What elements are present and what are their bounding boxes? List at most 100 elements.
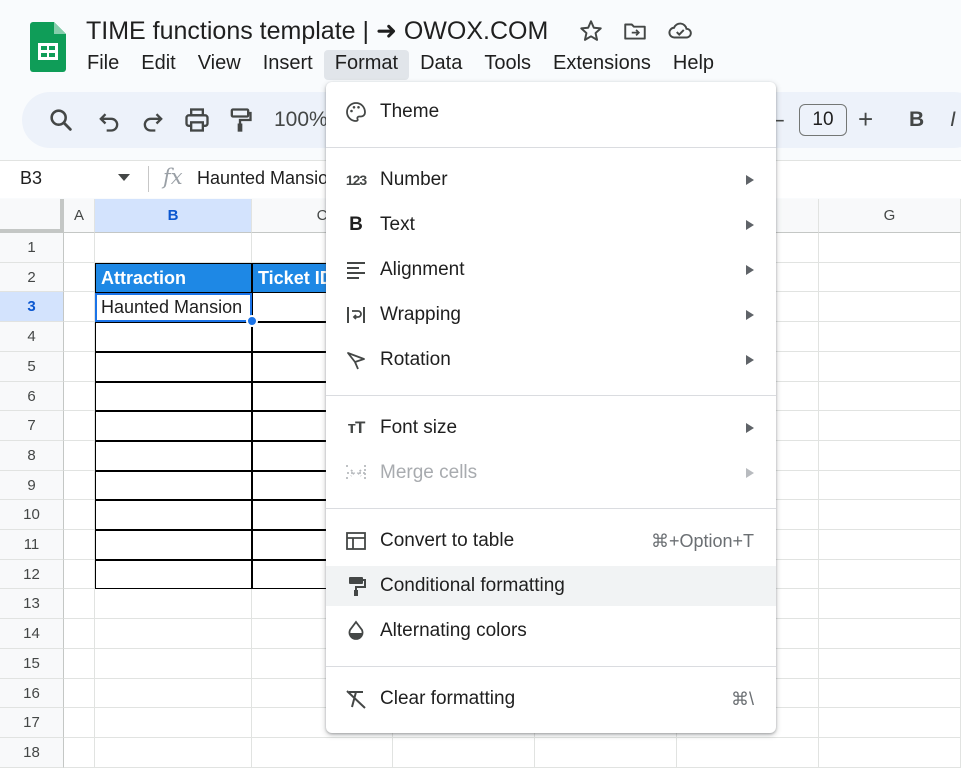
menu-format[interactable]: Format <box>323 50 410 80</box>
star-icon[interactable] <box>578 18 604 44</box>
document-title[interactable]: TIME functions template | ➜ OWOX.COM <box>86 16 548 46</box>
row-header-10[interactable]: 10 <box>0 500 64 530</box>
grid-cell[interactable] <box>252 738 393 768</box>
grid-cell[interactable] <box>819 263 961 292</box>
row-header-14[interactable]: 14 <box>0 619 64 649</box>
row-header-16[interactable]: 16 <box>0 679 64 708</box>
font-size-increase-button[interactable]: + <box>858 104 873 135</box>
column-header-b[interactable]: B <box>95 199 252 233</box>
grid-cell[interactable] <box>95 649 252 679</box>
row-header-3[interactable]: 3 <box>0 292 64 322</box>
grid-cell[interactable] <box>95 500 252 530</box>
grid-cell[interactable] <box>95 708 252 738</box>
menu-data[interactable]: Data <box>409 50 473 80</box>
menu-extensions[interactable]: Extensions <box>542 50 662 80</box>
menu-help[interactable]: Help <box>662 50 725 80</box>
grid-cell[interactable] <box>95 382 252 411</box>
grid-cell[interactable] <box>95 322 252 352</box>
cloud-saved-icon[interactable] <box>667 18 693 44</box>
row-header-1[interactable]: 1 <box>0 233 64 263</box>
grid-cell[interactable] <box>819 322 961 352</box>
grid-cell[interactable] <box>95 411 252 441</box>
menu-item-merge-cells[interactable]: Merge cells <box>326 453 776 493</box>
google-sheets-logo[interactable] <box>30 22 66 72</box>
grid-cell[interactable] <box>64 382 95 411</box>
menu-file[interactable]: File <box>76 50 130 80</box>
menu-item-alternating-colors[interactable]: Alternating colors <box>326 611 776 651</box>
menu-item-wrapping[interactable]: Wrapping <box>326 295 776 335</box>
redo-icon[interactable] <box>139 106 167 134</box>
grid-cell[interactable] <box>95 738 252 768</box>
grid-cell[interactable] <box>64 471 95 500</box>
menu-item-clear-formatting[interactable]: Clear formatting ⌘\ <box>326 679 776 719</box>
grid-cell[interactable] <box>64 500 95 530</box>
menu-edit[interactable]: Edit <box>130 50 186 80</box>
grid-cell[interactable] <box>819 233 961 263</box>
menu-item-rotation[interactable]: Rotation <box>326 340 776 380</box>
name-box[interactable]: B3 <box>20 168 42 189</box>
menu-item-conditional-formatting[interactable]: Conditional formatting <box>326 566 776 606</box>
formula-input[interactable]: Haunted Mansion <box>197 168 338 189</box>
grid-cell[interactable] <box>819 738 961 768</box>
row-header-18[interactable]: 18 <box>0 738 64 768</box>
grid-cell[interactable] <box>95 233 252 263</box>
grid-cell[interactable] <box>64 679 95 708</box>
row-header-15[interactable]: 15 <box>0 649 64 679</box>
grid-cell[interactable] <box>819 292 961 322</box>
undo-icon[interactable] <box>95 106 123 134</box>
row-header-9[interactable]: 9 <box>0 471 64 500</box>
grid-cell[interactable] <box>819 708 961 738</box>
grid-cell[interactable] <box>819 679 961 708</box>
grid-cell[interactable] <box>64 263 95 292</box>
row-header-17[interactable]: 17 <box>0 708 64 738</box>
italic-button[interactable]: I <box>950 108 956 132</box>
grid-cell[interactable] <box>64 322 95 352</box>
row-header-11[interactable]: 11 <box>0 530 64 560</box>
row-header-12[interactable]: 12 <box>0 560 64 589</box>
zoom-select[interactable]: 100% <box>274 108 328 132</box>
fill-handle[interactable] <box>246 315 258 327</box>
menu-view[interactable]: View <box>187 50 252 80</box>
menu-item-text[interactable]: B Text <box>326 205 776 245</box>
grid-cell[interactable] <box>64 233 95 263</box>
grid-cell[interactable] <box>95 589 252 619</box>
paint-format-icon[interactable] <box>226 106 254 134</box>
grid-cell[interactable] <box>819 441 961 471</box>
column-header-a[interactable]: A <box>64 199 95 233</box>
grid-cell[interactable] <box>95 471 252 500</box>
grid-cell[interactable] <box>819 649 961 679</box>
grid-cell[interactable] <box>64 619 95 649</box>
font-size-input[interactable]: 10 <box>799 104 847 136</box>
grid-cell[interactable] <box>95 530 252 560</box>
grid-cell[interactable] <box>819 530 961 560</box>
menu-item-font-size[interactable]: тT Font size <box>326 408 776 448</box>
grid-cell[interactable] <box>819 619 961 649</box>
menu-item-alignment[interactable]: Alignment <box>326 250 776 290</box>
row-header-8[interactable]: 8 <box>0 441 64 471</box>
grid-cell[interactable] <box>535 738 677 768</box>
grid-cell[interactable] <box>64 708 95 738</box>
name-box-dropdown-icon[interactable] <box>118 174 130 181</box>
grid-cell[interactable] <box>819 471 961 500</box>
grid-cell[interactable] <box>95 441 252 471</box>
grid-cell[interactable] <box>64 530 95 560</box>
grid-cell[interactable] <box>64 560 95 589</box>
grid-cell[interactable] <box>64 589 95 619</box>
grid-cell[interactable] <box>819 382 961 411</box>
print-icon[interactable] <box>183 106 211 134</box>
menu-insert[interactable]: Insert <box>252 50 324 80</box>
grid-cell[interactable] <box>393 738 535 768</box>
move-to-folder-icon[interactable] <box>622 18 648 44</box>
grid-cell[interactable] <box>64 352 95 382</box>
grid-cell[interactable] <box>95 679 252 708</box>
column-header-g[interactable]: G <box>819 199 961 233</box>
select-all-corner[interactable] <box>0 199 64 233</box>
grid-cell[interactable] <box>819 589 961 619</box>
row-header-13[interactable]: 13 <box>0 589 64 619</box>
grid-cell[interactable] <box>64 292 95 322</box>
menu-item-theme[interactable]: Theme <box>326 92 776 132</box>
row-header-6[interactable]: 6 <box>0 382 64 411</box>
row-header-2[interactable]: 2 <box>0 263 64 292</box>
grid-cell[interactable] <box>95 619 252 649</box>
grid-cell[interactable] <box>819 352 961 382</box>
